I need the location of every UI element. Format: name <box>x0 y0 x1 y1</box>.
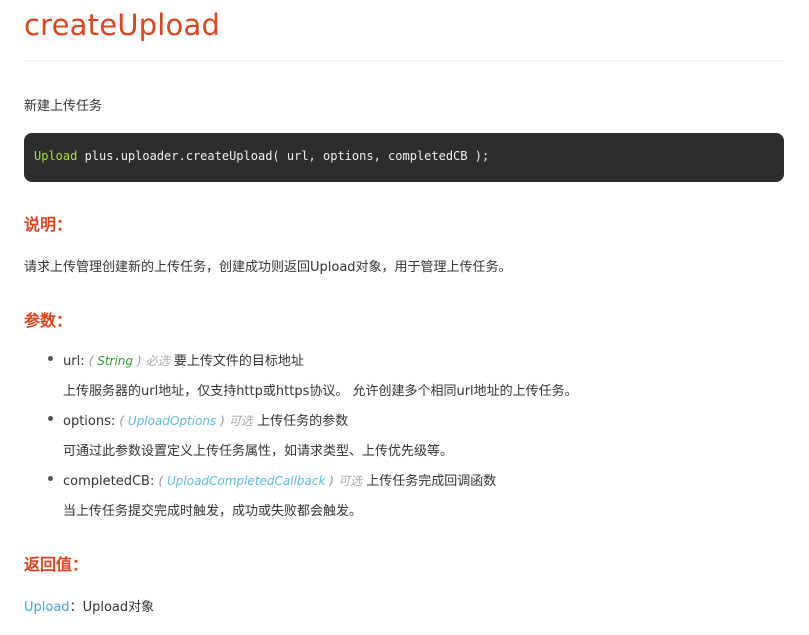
params-heading: 参数： <box>24 311 73 330</box>
param-detail: 上传服务器的url地址，仅支持http或https协议。 允许创建多个相同url… <box>63 384 578 399</box>
param-close: ) <box>325 474 334 488</box>
bullet <box>48 416 53 421</box>
param-qualifier: 可选 <box>338 474 363 488</box>
param-name: url: <box>63 354 85 369</box>
param-qualifier: 可选 <box>228 414 253 428</box>
return-sep: ： <box>69 600 83 615</box>
param-qualifier: 必选 <box>145 354 170 368</box>
code-block: Upload plus.uploader.createUpload( url, … <box>24 133 784 182</box>
param-row: options: ( UploadOptions ) 可选 上传任务的参数 <box>63 410 348 429</box>
param-summary: 要上传文件的目标地址 <box>173 354 304 369</box>
return-text: Upload对象 <box>82 600 155 615</box>
bullet <box>48 476 53 481</box>
param-open: ( <box>158 474 167 488</box>
page-title: createUpload <box>24 8 221 42</box>
param-open: ( <box>88 354 98 368</box>
param-type-link[interactable]: UploadCompletedCallback <box>167 474 325 488</box>
param-type-link[interactable]: UploadOptions <box>128 414 216 428</box>
param-detail: 可通过此参数设置定义上传任务属性，如请求类型、上传优先级等。 <box>63 444 454 459</box>
explain-heading: 说明： <box>24 215 73 234</box>
bullet <box>48 356 53 361</box>
param-close: ) <box>216 414 225 428</box>
code-signature: plus.uploader.createUpload( url, options… <box>77 149 490 163</box>
param-type: String <box>97 354 134 368</box>
param-name: options: <box>63 414 116 429</box>
title-divider <box>24 60 784 61</box>
method-description: 新建上传任务 <box>24 99 103 114</box>
explain-text: 请求上传管理创建新的上传任务，创建成功则返回Upload对象，用于管理上传任务。 <box>24 260 512 275</box>
param-summary: 上传任务的参数 <box>257 414 349 429</box>
return-type-link[interactable]: Upload <box>24 600 70 615</box>
return-line: Upload：Upload对象 <box>24 596 154 615</box>
param-row: url: ( String ) 必选 要上传文件的目标地址 <box>63 350 304 369</box>
param-close: ) <box>133 354 142 368</box>
param-name: completedCB: <box>63 474 155 489</box>
param-row: completedCB: ( UploadCompletedCallback )… <box>63 470 496 489</box>
return-heading: 返回值： <box>24 555 89 574</box>
param-open: ( <box>119 414 128 428</box>
param-summary: 上传任务完成回调函数 <box>366 474 497 489</box>
param-detail: 当上传任务提交完成时触发，成功或失败都会触发。 <box>63 504 363 519</box>
code-return-type: Upload <box>34 149 78 163</box>
